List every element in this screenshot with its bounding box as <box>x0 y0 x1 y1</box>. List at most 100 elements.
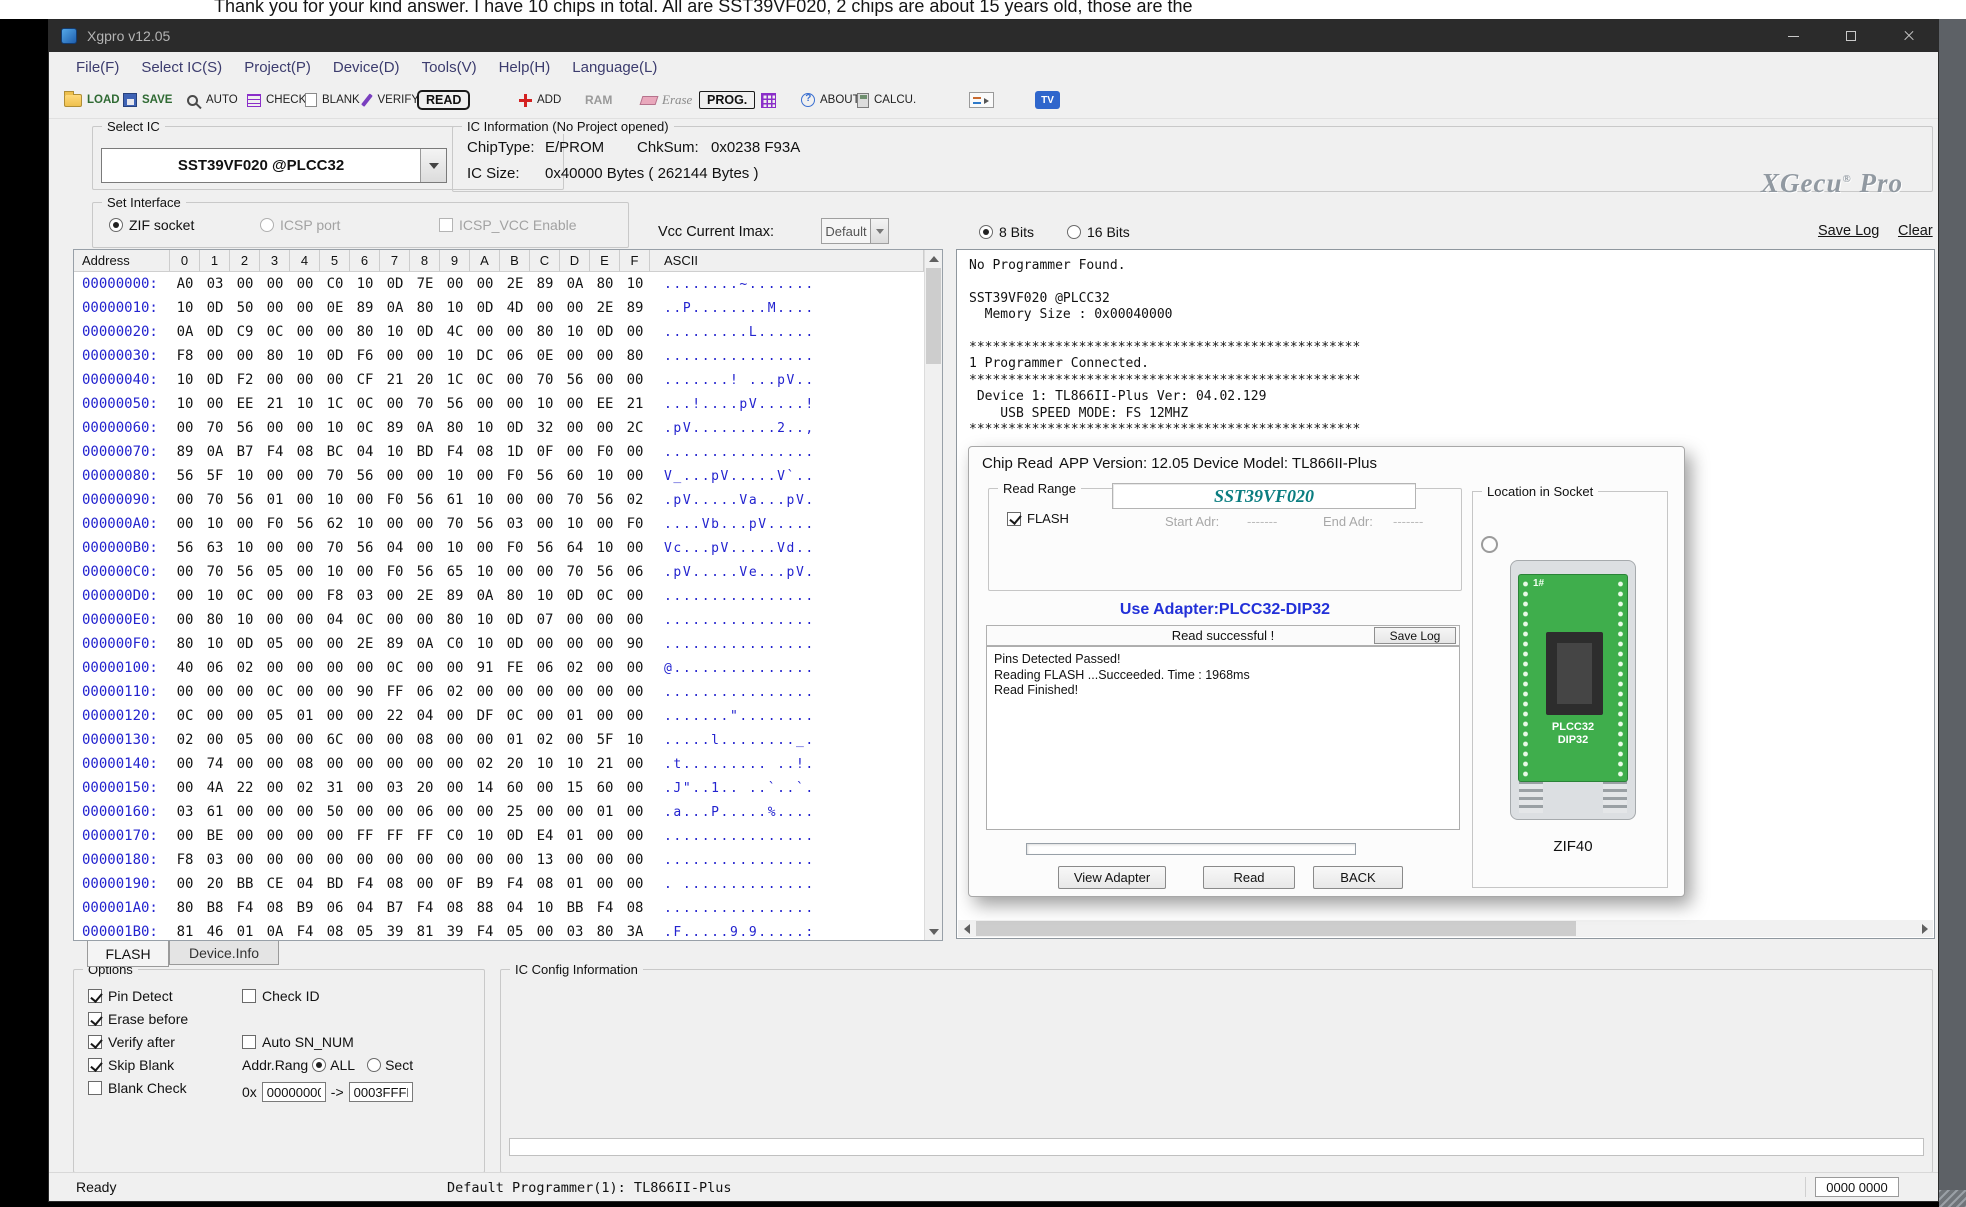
hex-byte[interactable]: 00 <box>530 492 560 508</box>
hex-byte[interactable]: 0D <box>500 828 530 844</box>
hex-byte[interactable]: 00 <box>170 780 200 796</box>
hex-byte[interactable]: 00 <box>560 612 590 628</box>
hex-byte[interactable]: 00 <box>500 684 530 700</box>
view-adapter-button[interactable]: View Adapter <box>1058 866 1166 889</box>
hex-byte[interactable]: 89 <box>620 300 650 316</box>
hex-byte[interactable]: 04 <box>350 444 380 460</box>
hex-byte[interactable]: 31 <box>320 780 350 796</box>
hex-byte[interactable]: 00 <box>620 684 650 700</box>
hex-byte[interactable]: 46 <box>200 924 230 940</box>
hex-byte[interactable]: 00 <box>530 564 560 580</box>
hex-byte[interactable]: 10 <box>290 396 320 412</box>
hex-byte[interactable]: 0D <box>560 588 590 604</box>
zif-socket-radio[interactable]: ZIF socket <box>109 217 194 233</box>
hex-byte[interactable]: 00 <box>230 684 260 700</box>
hex-byte[interactable]: 00 <box>560 348 590 364</box>
hex-byte[interactable]: 00 <box>440 660 470 676</box>
hex-byte[interactable]: F8 <box>320 588 350 604</box>
hex-byte[interactable]: 07 <box>530 612 560 628</box>
hex-byte[interactable]: 00 <box>350 732 380 748</box>
hex-byte[interactable]: 0A <box>410 636 440 652</box>
hex-byte[interactable]: 00 <box>440 756 470 772</box>
hex-byte[interactable]: 00 <box>260 756 290 772</box>
hex-byte[interactable]: 01 <box>260 492 290 508</box>
hex-byte[interactable]: 10 <box>320 492 350 508</box>
hex-byte[interactable]: 22 <box>380 708 410 724</box>
hex-byte[interactable]: 4A <box>200 780 230 796</box>
hex-byte[interactable]: 00 <box>530 636 560 652</box>
hex-byte[interactable]: 10 <box>440 300 470 316</box>
hex-byte[interactable]: 56 <box>230 420 260 436</box>
hex-byte[interactable]: 08 <box>380 876 410 892</box>
hex-byte[interactable]: 0C <box>230 588 260 604</box>
hex-byte[interactable]: 00 <box>290 372 320 388</box>
hex-byte[interactable]: F4 <box>500 876 530 892</box>
hex-byte[interactable]: BB <box>230 876 260 892</box>
hex-byte[interactable]: 0D <box>500 636 530 652</box>
hex-byte[interactable]: 80 <box>440 612 470 628</box>
hex-byte[interactable]: 00 <box>290 636 320 652</box>
hex-byte[interactable]: 00 <box>590 636 620 652</box>
hex-byte[interactable]: 80 <box>170 900 200 916</box>
hex-byte[interactable]: 0D <box>320 348 350 364</box>
hex-byte[interactable]: 00 <box>590 372 620 388</box>
converter-button[interactable] <box>969 82 994 118</box>
hex-byte[interactable]: 00 <box>260 828 290 844</box>
hex-byte[interactable]: 56 <box>590 564 620 580</box>
hex-byte[interactable]: 00 <box>560 732 590 748</box>
hex-byte[interactable]: 03 <box>200 276 230 292</box>
hex-byte[interactable]: 0A <box>260 924 290 940</box>
hex-byte[interactable]: 0A <box>170 324 200 340</box>
icsp-port-radio[interactable]: ICSP port <box>260 217 340 233</box>
hex-byte[interactable]: 02 <box>170 732 200 748</box>
scroll-down-button[interactable] <box>925 923 942 940</box>
hex-byte[interactable]: 0D <box>500 420 530 436</box>
hex-byte[interactable]: 00 <box>590 708 620 724</box>
load-button[interactable]: LOAD <box>64 82 120 118</box>
hex-byte[interactable]: 00 <box>320 852 350 868</box>
hex-byte[interactable]: F4 <box>590 900 620 916</box>
hex-byte[interactable]: 00 <box>620 852 650 868</box>
hex-byte[interactable]: 04 <box>350 900 380 916</box>
hex-byte[interactable]: 64 <box>560 540 590 556</box>
hex-byte[interactable]: 00 <box>410 516 440 532</box>
hex-byte[interactable]: 0F <box>530 444 560 460</box>
hex-byte[interactable]: 00 <box>560 684 590 700</box>
hex-byte[interactable]: 00 <box>590 516 620 532</box>
menu-item[interactable]: Tools(V) <box>411 59 488 76</box>
hex-byte[interactable]: 00 <box>290 420 320 436</box>
hex-byte[interactable]: 00 <box>350 708 380 724</box>
hex-byte[interactable]: 05 <box>350 924 380 940</box>
hex-byte[interactable]: 00 <box>320 708 350 724</box>
hex-byte[interactable]: 00 <box>470 276 500 292</box>
hex-byte[interactable]: 14 <box>470 780 500 796</box>
hex-byte[interactable]: 00 <box>560 636 590 652</box>
hex-byte[interactable]: 10 <box>620 732 650 748</box>
hex-byte[interactable]: 22 <box>230 780 260 796</box>
hex-byte[interactable]: 10 <box>290 348 320 364</box>
hex-byte[interactable]: 00 <box>290 732 320 748</box>
hex-byte[interactable]: 00 <box>380 732 410 748</box>
hex-byte[interactable]: F8 <box>170 348 200 364</box>
hex-byte[interactable]: 06 <box>500 348 530 364</box>
vcc-imax-dropdown[interactable]: Default <box>821 218 889 244</box>
bits16-radio[interactable]: 16 Bits <box>1067 224 1130 240</box>
hex-byte[interactable]: F0 <box>500 540 530 556</box>
about-button[interactable]: ABOUT <box>801 82 860 118</box>
save-log-link[interactable]: Save Log <box>1818 223 1879 239</box>
hex-byte[interactable]: 00 <box>470 852 500 868</box>
hex-byte[interactable]: 00 <box>380 804 410 820</box>
hex-byte[interactable]: 00 <box>290 588 320 604</box>
hex-byte[interactable]: 00 <box>200 396 230 412</box>
hex-byte[interactable]: 01 <box>560 708 590 724</box>
tv-button[interactable]: TV <box>1035 82 1060 118</box>
hex-byte[interactable]: C0 <box>440 828 470 844</box>
hex-byte[interactable]: 00 <box>530 300 560 316</box>
hex-byte[interactable]: 15 <box>560 780 590 796</box>
hex-byte[interactable]: 02 <box>440 684 470 700</box>
hex-byte[interactable]: 00 <box>170 420 200 436</box>
hex-byte[interactable]: 03 <box>170 804 200 820</box>
hex-byte[interactable]: 08 <box>440 900 470 916</box>
hex-byte[interactable]: 00 <box>320 828 350 844</box>
hex-byte[interactable]: 4D <box>500 300 530 316</box>
